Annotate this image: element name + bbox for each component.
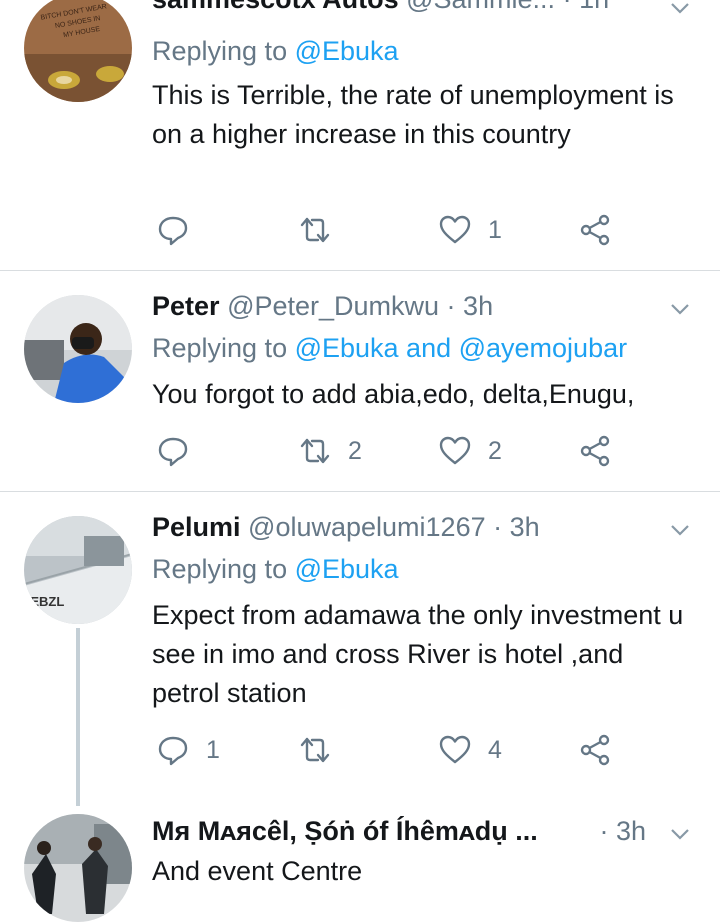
handle[interactable]: @Sammie... xyxy=(406,0,555,14)
handle[interactable]: @oluwapelumi1267 xyxy=(248,512,486,542)
tweet-text: And event Centre xyxy=(152,856,363,886)
like-icon xyxy=(439,215,471,244)
tweet-actions: 1 xyxy=(152,210,632,250)
tweet-header: Mя Mᴀясêl, Ṣóṅ óf Íhêmᴀdụ ... xyxy=(152,816,570,847)
tweet-text: Expect from adamawa the only investment … xyxy=(152,600,684,708)
share-button[interactable] xyxy=(578,431,612,471)
reply-icon xyxy=(158,216,188,246)
tweet-actions: 1 4 xyxy=(152,730,632,770)
timestamp[interactable]: 1h xyxy=(579,0,609,14)
avatar-text: -EBZL xyxy=(26,594,64,609)
like-count: 2 xyxy=(488,436,502,465)
display-name[interactable]: Peter xyxy=(152,291,220,321)
share-button[interactable] xyxy=(578,210,612,250)
like-button[interactable]: 2 xyxy=(438,431,502,471)
mention-link[interactable]: @Ebuka xyxy=(295,36,399,66)
reply-button[interactable] xyxy=(156,210,206,250)
replying-to: Replying to @Ebuka xyxy=(152,36,399,67)
replying-prefix: Replying to xyxy=(152,554,295,584)
mention-link[interactable]: @Ebuka xyxy=(295,554,399,584)
share-button[interactable] xyxy=(578,730,612,770)
like-button[interactable]: 4 xyxy=(438,730,502,770)
like-icon xyxy=(439,735,471,764)
retweet-button[interactable]: 2 xyxy=(298,431,362,471)
display-name[interactable]: Mя Mᴀясêl, Ṣóṅ óf Íhêmᴀdụ ... xyxy=(152,816,538,846)
replying-prefix: Replying to xyxy=(152,36,295,66)
tweet-header: Peter @Peter_Dumkwu · 3h xyxy=(152,291,660,322)
share-icon xyxy=(580,214,610,246)
avatar[interactable] xyxy=(24,814,132,922)
retweet-count: 2 xyxy=(348,436,362,465)
reply-button[interactable]: 1 xyxy=(156,730,220,770)
tweet[interactable]: -EBZL Pelumi @oluwapelumi1267 · 3h Reply… xyxy=(0,492,720,804)
retweet-icon xyxy=(300,438,330,464)
retweet-button[interactable] xyxy=(298,730,348,770)
separator: · xyxy=(599,816,616,846)
timestamp[interactable]: 3h xyxy=(616,816,646,846)
retweet-icon xyxy=(300,217,330,243)
tweet-header: sammescotx Autos @Sammie... · 1h xyxy=(152,0,660,15)
chevron-down-icon[interactable] xyxy=(670,824,690,844)
tweet[interactable]: Peter @Peter_Dumkwu · 3h Replying to @Eb… xyxy=(0,271,720,491)
retweet-button[interactable] xyxy=(298,210,348,250)
replying-to: Replying to @Ebuka and @ayemojubar xyxy=(152,333,627,364)
handle[interactable]: @Peter_Dumkwu xyxy=(227,291,439,321)
like-button[interactable]: 1 xyxy=(438,210,502,250)
share-icon xyxy=(580,734,610,766)
tweet[interactable]: Mя Mᴀясêl, Ṣóṅ óf Íhêmᴀdụ ... · 3h And e… xyxy=(0,806,720,922)
replying-prefix: Replying to xyxy=(152,333,295,363)
separator: · xyxy=(485,512,510,542)
avatar[interactable]: BITCH DON'T WEAR NO SHOES IN MY HOUSE xyxy=(24,0,132,102)
retweet-icon xyxy=(300,737,330,763)
display-name[interactable]: Pelumi xyxy=(152,512,241,542)
display-name[interactable]: sammescotx Autos xyxy=(152,0,399,14)
separator: · xyxy=(439,291,464,321)
like-count: 4 xyxy=(488,735,502,764)
reply-icon xyxy=(158,437,188,467)
chevron-down-icon[interactable] xyxy=(670,299,690,319)
chevron-down-icon[interactable] xyxy=(670,520,690,540)
mention-link[interactable]: @Ebuka and @ayemojubar xyxy=(295,333,628,363)
chevron-down-icon[interactable] xyxy=(670,0,690,18)
avatar[interactable] xyxy=(24,295,132,403)
reply-count: 1 xyxy=(206,735,220,764)
timestamp[interactable]: 3h xyxy=(463,291,493,321)
tweet-text: This is Terrible, the rate of unemployme… xyxy=(152,80,674,149)
like-icon xyxy=(439,436,471,465)
avatar[interactable]: -EBZL xyxy=(24,516,132,624)
tweet[interactable]: BITCH DON'T WEAR NO SHOES IN MY HOUSE sa… xyxy=(0,0,720,270)
share-icon xyxy=(580,435,610,467)
like-count: 1 xyxy=(488,215,502,244)
timestamp[interactable]: 3h xyxy=(510,512,540,542)
tweet-actions: 2 2 xyxy=(152,431,632,471)
tweet-header: Pelumi @oluwapelumi1267 · 3h xyxy=(152,512,660,543)
replying-to: Replying to @Ebuka xyxy=(152,554,399,585)
separator: · xyxy=(563,0,580,14)
tweet-text: You forgot to add abia,edo, delta,Enugu, xyxy=(152,379,635,409)
tweet-meta: · 3h xyxy=(599,816,646,847)
reply-button[interactable] xyxy=(156,431,206,471)
reply-icon xyxy=(158,736,188,766)
